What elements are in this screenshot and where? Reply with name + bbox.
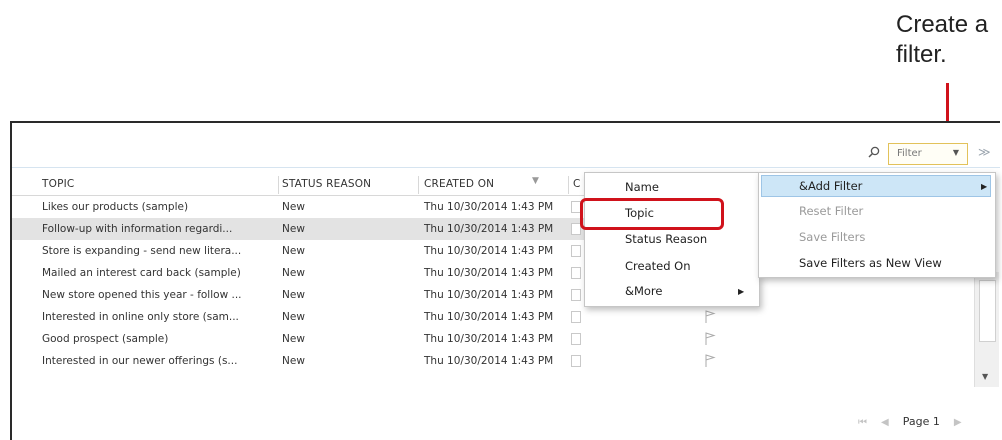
cell-status-reason: New xyxy=(282,355,305,367)
submenu-arrow-icon: ▶ xyxy=(981,182,988,191)
row-checkbox[interactable] xyxy=(571,355,581,367)
cell-status-reason: New xyxy=(282,289,305,301)
filter-dropdown[interactable]: Filter ▼ xyxy=(888,143,968,165)
cell-created-on: Thu 10/30/2014 1:43 PM xyxy=(424,245,554,257)
first-page-icon[interactable]: ⏮ xyxy=(858,417,867,428)
scrollbar-thumb[interactable] xyxy=(979,280,996,342)
table-row[interactable]: Interested in our newer offerings (s... N… xyxy=(12,350,984,372)
menu-item-created-on[interactable]: Created On xyxy=(625,259,691,273)
menu-highlight xyxy=(761,175,991,197)
column-header-status-reason[interactable]: STATUS REASON xyxy=(282,178,371,190)
cell-status-reason: New xyxy=(282,223,305,235)
cell-created-on: Thu 10/30/2014 1:43 PM xyxy=(424,289,554,301)
cell-created-on: Thu 10/30/2014 1:43 PM xyxy=(424,201,554,213)
grid-toolbar: Filter ▼ ≫ xyxy=(12,123,1000,168)
cell-created-on: Thu 10/30/2014 1:43 PM xyxy=(424,267,554,279)
column-divider xyxy=(568,176,569,194)
menu-item-more[interactable]: &More xyxy=(625,284,662,298)
scroll-down-icon[interactable]: ▼ xyxy=(982,372,988,381)
sort-descending-icon: ▼ xyxy=(532,176,539,186)
row-checkbox[interactable] xyxy=(571,333,581,345)
menu-item-status-reason[interactable]: Status Reason xyxy=(625,232,707,246)
column-header-c[interactable]: C xyxy=(573,178,581,190)
column-header-topic[interactable]: TOPIC xyxy=(42,178,74,190)
search-icon[interactable] xyxy=(868,146,880,158)
annotation-line-1: Create a xyxy=(896,11,989,38)
flag-icon[interactable] xyxy=(704,310,716,324)
cell-topic: Store is expanding - send new litera... xyxy=(42,245,242,257)
cell-created-on: Thu 10/30/2014 1:43 PM xyxy=(424,333,554,345)
menu-item-add-filter[interactable]: &Add Filter xyxy=(799,179,862,193)
cell-status-reason: New xyxy=(282,311,305,323)
cell-topic: Follow-up with information regardi... xyxy=(42,223,233,235)
cell-status-reason: New xyxy=(282,333,305,345)
table-row[interactable]: New store opened this year - follow ... N… xyxy=(12,284,984,306)
expand-icon[interactable]: ≫ xyxy=(978,145,991,159)
vertical-scrollbar[interactable]: ▼ xyxy=(974,272,999,387)
grid-window: Filter ▼ ≫ TOPIC STATUS REASON CREATED O… xyxy=(10,121,1000,440)
page-number-label: Page 1 xyxy=(902,415,940,428)
cell-status-reason: New xyxy=(282,245,305,257)
field-submenu: Name Topic Status Reason Created On &Mor… xyxy=(584,172,760,307)
annotation-callout: Create a filter. xyxy=(896,10,1002,70)
menu-item-name[interactable]: Name xyxy=(625,180,659,194)
cell-status-reason: New xyxy=(282,201,305,213)
column-divider xyxy=(418,176,419,194)
cell-status-reason: New xyxy=(282,267,305,279)
cell-created-on: Thu 10/30/2014 1:43 PM xyxy=(424,223,554,235)
cell-created-on: Thu 10/30/2014 1:43 PM xyxy=(424,355,554,367)
column-header-created-on[interactable]: CREATED ON xyxy=(424,178,494,190)
annotation-line-2: filter. xyxy=(896,41,947,68)
flag-icon[interactable] xyxy=(704,332,716,346)
table-row[interactable]: Good prospect (sample) New Thu 10/30/2014 … xyxy=(12,328,984,350)
submenu-arrow-icon: ▶ xyxy=(738,287,745,296)
cell-topic: Good prospect (sample) xyxy=(42,333,169,345)
cell-created-on: Thu 10/30/2014 1:43 PM xyxy=(424,311,554,323)
row-checkbox[interactable] xyxy=(571,267,581,279)
row-checkbox[interactable] xyxy=(571,245,581,257)
cell-topic: Likes our products (sample) xyxy=(42,201,189,213)
menu-item-save-filters: Save Filters xyxy=(799,230,866,244)
cell-topic: New store opened this year - follow ... xyxy=(42,289,242,301)
filter-menu: &Add Filter ▶ Reset Filter Save Filters … xyxy=(758,172,996,278)
filter-dropdown-label: Filter xyxy=(897,148,922,159)
annotation-highlight-box xyxy=(580,198,724,230)
column-divider xyxy=(278,176,279,194)
row-checkbox[interactable] xyxy=(571,311,581,323)
cell-topic: Interested in online only store (sam... xyxy=(42,311,239,323)
row-checkbox[interactable] xyxy=(571,289,581,301)
cell-topic: Interested in our newer offerings (s... xyxy=(42,355,238,367)
cell-topic: Mailed an interest card back (sample) xyxy=(42,267,241,279)
next-page-icon[interactable]: ▶ xyxy=(954,417,962,428)
table-row[interactable]: Interested in online only store (sam... N… xyxy=(12,306,984,328)
menu-item-save-filters-as-new-view[interactable]: Save Filters as New View xyxy=(799,256,942,270)
previous-page-icon[interactable]: ◀ xyxy=(881,417,889,428)
pager: ⏮ ◀ Page 1 ▶ xyxy=(858,415,962,428)
flag-icon[interactable] xyxy=(704,354,716,368)
menu-item-reset-filter: Reset Filter xyxy=(799,204,864,218)
chevron-down-icon: ▼ xyxy=(952,148,959,157)
